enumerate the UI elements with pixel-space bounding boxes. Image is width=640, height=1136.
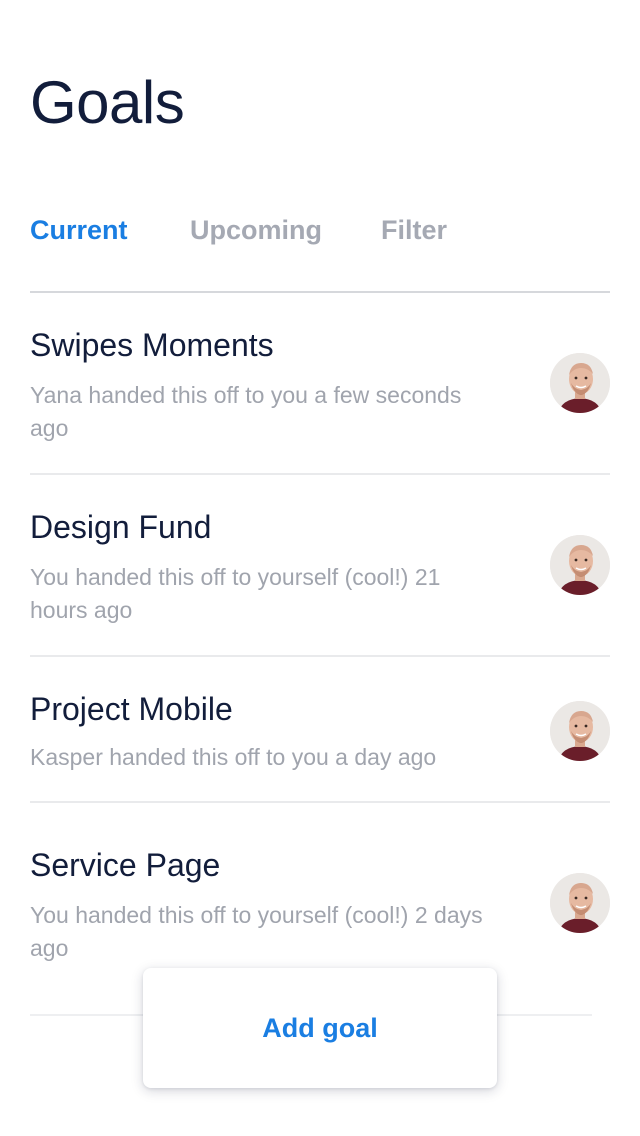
- goal-item-project-mobile[interactable]: Project Mobile Kasper handed this off to…: [30, 657, 610, 803]
- avatar-icon: [550, 535, 610, 595]
- tab-filter[interactable]: Filter: [381, 210, 447, 250]
- goal-title: Design Fund: [30, 509, 212, 545]
- goal-title: Swipes Moments: [30, 327, 274, 363]
- tab-current[interactable]: Current: [30, 210, 128, 250]
- page-title: Goals: [30, 69, 185, 136]
- user-avatar-photo[interactable]: [550, 701, 610, 761]
- add-goal-label: Add goal: [262, 1012, 378, 1043]
- goal-subtitle: Kasper handed this off to you a day ago: [30, 744, 437, 770]
- goal-title: Project Mobile: [30, 691, 233, 727]
- goal-subtitle: You handed this off to yourself (cool!) …: [30, 564, 441, 623]
- goal-subtitle: Yana handed this off to you a few second…: [30, 382, 462, 441]
- add-goal-button[interactable]: Add goal: [143, 968, 497, 1088]
- tab-upcoming[interactable]: Upcoming: [190, 210, 322, 250]
- user-avatar-photo[interactable]: [550, 535, 610, 595]
- user-avatar-photo[interactable]: [550, 873, 610, 933]
- goal-item-design-fund[interactable]: Design Fund You handed this off to yours…: [30, 475, 610, 657]
- avatar-icon: [550, 701, 610, 761]
- avatar-icon: [550, 873, 610, 933]
- avatar-icon: [550, 353, 610, 413]
- goals-screen: Goals Current Upcoming Filter Swipes Mom…: [0, 0, 640, 1136]
- goal-subtitle: You handed this off to yourself (cool!) …: [30, 902, 483, 961]
- goal-title: Service Page: [30, 847, 221, 883]
- goal-item-swipes-moments[interactable]: Swipes Moments Yana handed this off to y…: [30, 293, 610, 475]
- goal-list: Swipes Moments Yana handed this off to y…: [30, 293, 610, 1017]
- user-avatar-photo[interactable]: [550, 353, 610, 413]
